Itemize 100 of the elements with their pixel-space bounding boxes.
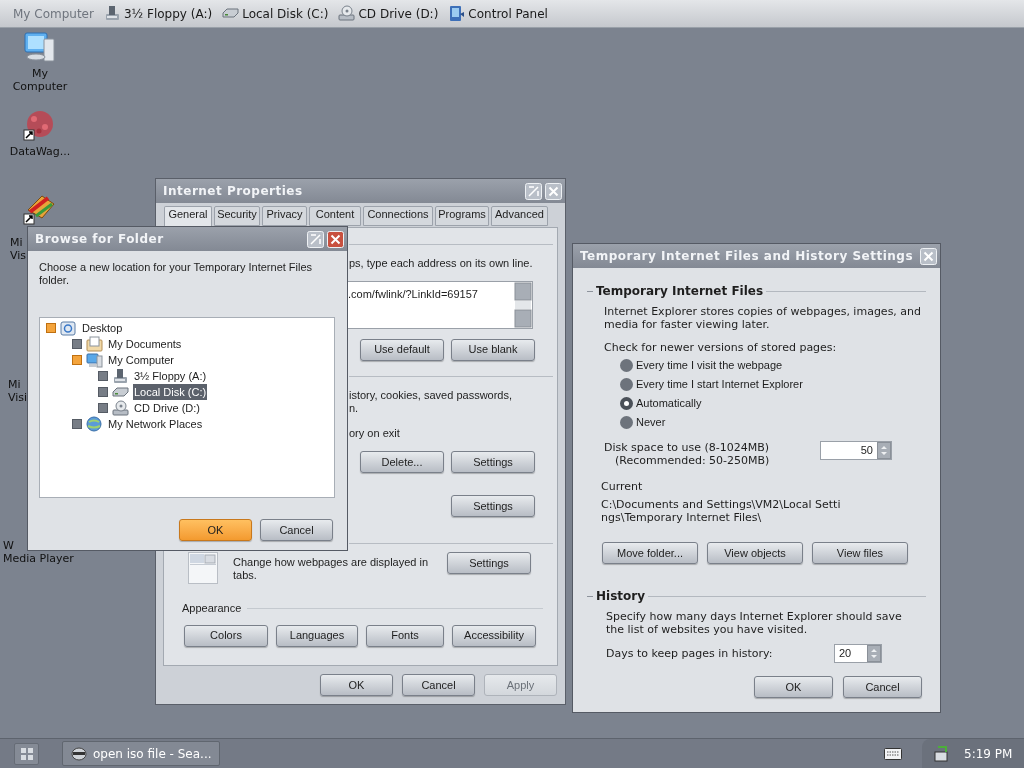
network-icon [86,416,103,432]
desktop-icon [60,320,77,336]
home-page-field[interactable]: .com/fwlink/?LinkId=69157 [345,280,533,329]
spinner-icon[interactable] [877,442,891,459]
button[interactable]: OK [320,674,393,696]
desktop-icon-label[interactable]: DataWag... [4,145,76,158]
folder-path: C:\Documents and Settings\VM2\Local Settings\Temporary Internet Files\ [601,498,842,524]
history-option-text: ory on exit [349,425,401,441]
field-label: Days to keep pages in history: [606,647,773,660]
button[interactable]: Settings [447,552,531,574]
tree-item[interactable]: My Network Places [107,415,204,433]
close-icon[interactable] [327,230,344,248]
tabs-description: Change how webpages are displayed in tabs. [233,556,430,582]
expand-toggle[interactable] [72,339,82,349]
button[interactable]: Use blank [451,338,535,361]
button[interactable]: Use default [360,338,444,361]
keyboard-icon[interactable] [884,747,902,760]
prompt-text: Choose a new location for your Temporary Internet Files folder. [39,261,314,287]
expand-toggle[interactable] [98,403,108,413]
instruction-text: ps, type each address on its own line. [349,256,534,271]
folder-icon [86,336,103,352]
window-title: Internet Properties [163,183,304,200]
field-label: Current [601,480,644,493]
button[interactable]: OK [179,519,252,541]
taskbar-button[interactable]: open iso file - Sea... [62,741,220,766]
button[interactable]: Cancel [843,676,922,698]
button[interactable]: Cancel [402,674,475,696]
section-heading: Temporary Internet Files [596,283,764,300]
tree-item[interactable]: CD Drive (D:) [133,399,201,417]
history-description: istory, cookies, saved passwords, n. [349,388,514,415]
tab[interactable]: Content [309,206,361,226]
radio-option[interactable]: Every time I visit the webpage [620,359,940,372]
restore-icon[interactable] [307,230,324,248]
tab[interactable]: Advanced [491,206,548,226]
section-label: Appearance [182,601,242,616]
button[interactable]: Cancel [260,519,333,541]
button[interactable]: Delete... [360,451,444,473]
tab[interactable]: Programs [435,206,489,226]
location-button[interactable]: 3½ Floppy (A:) [102,2,214,25]
radio-option[interactable]: Automatically [620,397,940,410]
cd-drive-icon [112,400,129,416]
tree-item[interactable]: 3½ Floppy (A:) [133,367,208,385]
option-label: Check for newer versions of stored pages: [604,341,838,354]
close-icon[interactable] [920,247,937,265]
tab[interactable]: Connections [363,206,433,226]
burst-icon [22,108,56,142]
restore-icon[interactable] [525,182,542,200]
number-field[interactable]: 20 [834,644,882,663]
location-button[interactable]: Control Panel [447,2,549,25]
tab[interactable]: Security [214,206,260,226]
tree-item[interactable]: My Documents [107,335,183,353]
drive-icon [103,5,121,22]
window-title: Temporary Internet Files and History Settings [580,248,915,265]
tree-item[interactable]: Desktop [81,319,124,337]
button[interactable]: Accessibility [452,624,536,647]
expand-toggle[interactable] [98,387,108,397]
disk-drive-icon [112,384,129,400]
description-text: Internet Explorer stores copies of webpages, images, and media for faster viewing later. [604,305,923,331]
tab[interactable]: Privacy [262,206,307,226]
grid-icon [20,747,33,760]
radio-option[interactable]: Never [620,416,940,429]
button[interactable]: Fonts [366,624,444,647]
desktop-icon-label[interactable]: My Computer [8,67,72,93]
button[interactable]: Languages [276,624,358,647]
number-field[interactable]: 50 [820,441,892,460]
hint-text: (Recommended: 50-250MB) [615,454,770,467]
control-panel-icon [448,5,466,22]
computer-icon [22,30,56,64]
button[interactable]: Colors [184,624,268,647]
button[interactable]: OK [754,676,833,698]
button[interactable]: View files [812,542,908,564]
description-text: Specify how many days Internet Explorer should save the list of websites you have visited. [606,610,903,636]
scrollbar[interactable] [514,281,532,328]
button[interactable]: Settings [451,451,535,473]
network-icon[interactable] [934,745,950,762]
clock[interactable]: 5:19 PM [964,744,1013,763]
expand-toggle[interactable] [98,371,108,381]
drive-icon [112,368,129,384]
button[interactable]: View objects [707,542,803,564]
tab[interactable]: General [164,206,212,227]
expand-toggle[interactable] [46,323,56,333]
radio-option[interactable]: Every time I start Internet Explorer [620,378,940,391]
section-heading: History [596,588,646,605]
location-button[interactable]: Local Disk (C:) [221,2,330,25]
desktop-icon-label[interactable]: Mi Vis [10,236,27,262]
expand-toggle[interactable] [72,419,82,429]
tree-item[interactable]: Local Disk (C:) [133,383,208,401]
close-icon[interactable] [545,182,562,200]
location-button[interactable]: CD Drive (D:) [337,2,440,25]
tree-item[interactable]: My Computer [107,351,176,369]
button[interactable]: Settings [451,495,535,517]
computer-icon [86,352,103,368]
field-label: Disk space to use (8-1024MB) [604,441,770,454]
start-button[interactable] [14,742,39,765]
desktop-icon-label[interactable]: Mi Visi [8,378,27,404]
spinner-icon[interactable] [867,645,881,662]
cd-drive-icon [338,5,356,22]
button[interactable]: Move folder... [602,542,698,564]
expand-toggle[interactable] [72,355,82,365]
window-title: Browse for Folder [35,231,165,248]
